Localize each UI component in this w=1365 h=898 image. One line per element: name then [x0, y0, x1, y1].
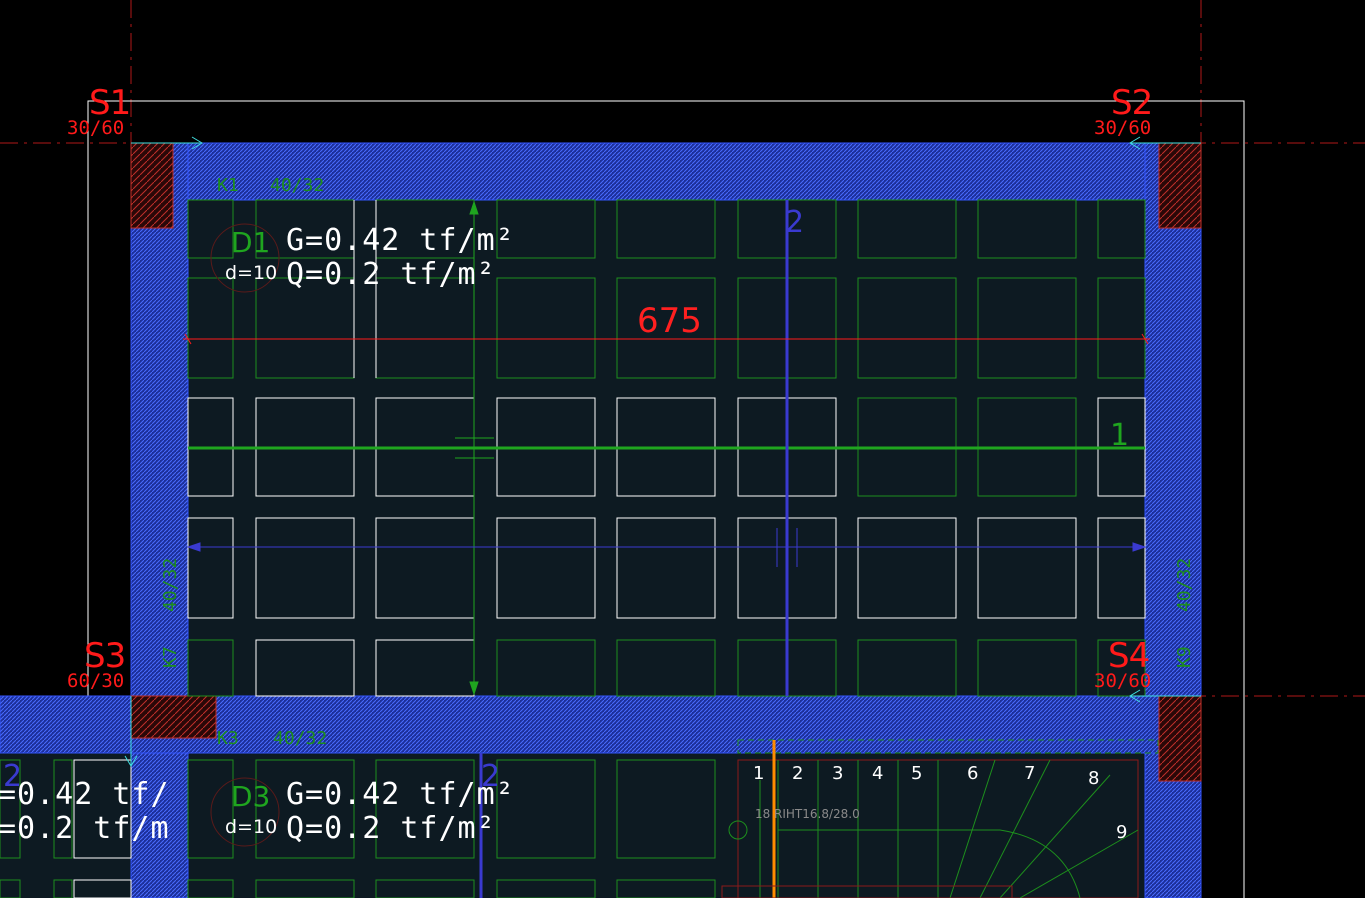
slab-d3-q-load: Q=0.2 tf/m² — [286, 811, 496, 846]
column-s4-size: 30/60 — [1094, 670, 1152, 692]
stair-step-2: 2 — [792, 763, 804, 784]
stair-step-7: 7 — [1024, 763, 1036, 784]
stair-step-6: 6 — [967, 763, 979, 784]
slab-d3-name: D3 — [231, 780, 271, 813]
column-s1-size: 30/60 — [67, 117, 125, 139]
column-s3-size: 60/30 — [67, 670, 125, 692]
column-s2-name: S2 — [1111, 83, 1153, 123]
column-s4 — [1158, 695, 1202, 782]
beam-k9-size: 40/32 — [1174, 557, 1195, 612]
beam-k7-size: 40/32 — [160, 557, 181, 612]
column-s2 — [1158, 142, 1202, 229]
axis-1-label: 1 — [1110, 418, 1130, 453]
column-s1-name: S1 — [89, 83, 131, 123]
column-s3-name: S3 — [84, 636, 126, 676]
drawing-canvas[interactable] — [0, 0, 1365, 898]
axis-2-left-label: 2 — [3, 759, 23, 794]
beam-k7-name: K7 — [160, 646, 181, 668]
axis-2-mid-label: 2 — [481, 759, 501, 794]
slab-d3-thickness: d=10 — [225, 816, 278, 838]
stair-step-1: 1 — [753, 763, 765, 784]
slab-d1-name: D1 — [231, 226, 271, 259]
column-s1 — [130, 142, 174, 229]
column-s4-name: S4 — [1108, 636, 1150, 676]
beam-k1-name: K1 — [217, 175, 239, 196]
beam-k9-name: K9 — [1174, 646, 1195, 668]
beam-k3-name: K3 — [217, 728, 239, 749]
slab-left-q-load: =0.2 tf/m — [0, 811, 170, 846]
stair-label: RIHT16.8/28.0 — [774, 807, 860, 821]
stair-step-4: 4 — [872, 763, 884, 784]
slab-d1-q-load: Q=0.2 tf/m² — [286, 257, 496, 292]
column-s2-size: 30/60 — [1094, 117, 1152, 139]
dimension-value: 675 — [637, 301, 702, 341]
slab-d1-thickness: d=10 — [225, 262, 278, 284]
axis-2-label: 2 — [785, 205, 805, 240]
stair-step-3: 3 — [832, 763, 844, 784]
column-s3 — [130, 695, 217, 739]
stair-step-9: 9 — [1116, 822, 1128, 843]
beam-k9 — [1144, 142, 1202, 898]
slab-d1-g-load: G=0.42 tf/m² — [286, 223, 515, 258]
stair-step-5: 5 — [911, 763, 923, 784]
slab-left-g-load: =0.42 tf/ — [0, 777, 170, 812]
stair-step-8: 8 — [1088, 768, 1100, 789]
beam-k3-size: 40/32 — [273, 728, 328, 749]
beam-k1-size: 40/32 — [270, 175, 325, 196]
stair-count: 18 — [755, 807, 771, 821]
